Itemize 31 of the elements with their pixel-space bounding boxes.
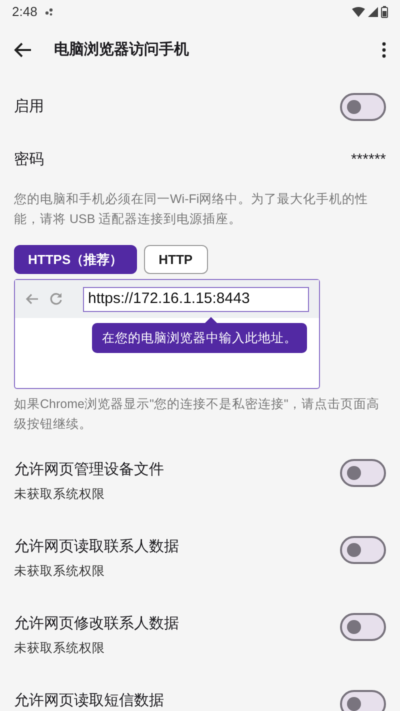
page-title: 电脑浏览器访问手机: [54, 40, 190, 60]
description-text: 您的电脑和手机必须在同一Wi-Fi网络中。为了最大化手机的性能，请将 USB 适配器连接到电源插座。: [13, 191, 370, 228]
setting-subtitle: 未获取系统权限: [14, 563, 106, 580]
reload-icon: [49, 292, 63, 306]
toggle-switch[interactable]: [340, 459, 386, 487]
setting-label: 允许网页管理设备文件: [14, 460, 164, 480]
setting-label: 密码: [14, 150, 44, 170]
setting-label: 启用: [14, 96, 44, 117]
address-field: https://172.16.1.15:8443: [83, 286, 309, 312]
toggle-switch[interactable]: [340, 93, 386, 121]
setting-label: 允许网页读取联系人数据: [14, 537, 179, 557]
toggle-switch[interactable]: [340, 536, 386, 564]
toggle-switch[interactable]: [340, 690, 386, 711]
notification-icon: [45, 8, 54, 16]
setting-label: 允许网页修改联系人数据: [14, 614, 179, 634]
toggle-switch[interactable]: [340, 613, 386, 641]
more-options-icon[interactable]: [382, 42, 386, 58]
signal-icon: [368, 7, 378, 17]
back-arrow-icon[interactable]: [14, 42, 32, 58]
battery-icon: [381, 6, 388, 18]
protocol-tab[interactable]: HTTP: [144, 245, 208, 274]
setting-subtitle: 未获取系统权限: [14, 486, 106, 503]
password-value: ******: [350, 150, 386, 170]
setting-subtitle: 未获取系统权限: [14, 640, 106, 657]
wifi-icon: [352, 7, 365, 17]
protocol-tab[interactable]: HTTPS（推荐）: [14, 245, 137, 274]
status-time: 2:48: [12, 3, 38, 22]
setting-label: 允许网页读取短信数据: [14, 691, 164, 711]
note-text: 如果Chrome浏览器显示"您的连接不是私密连接"，请点击页面高级按钮继续。: [13, 396, 380, 433]
tooltip: 在您的电脑浏览器中输入此地址。: [92, 323, 307, 353]
back-arrow-icon: [25, 293, 39, 305]
